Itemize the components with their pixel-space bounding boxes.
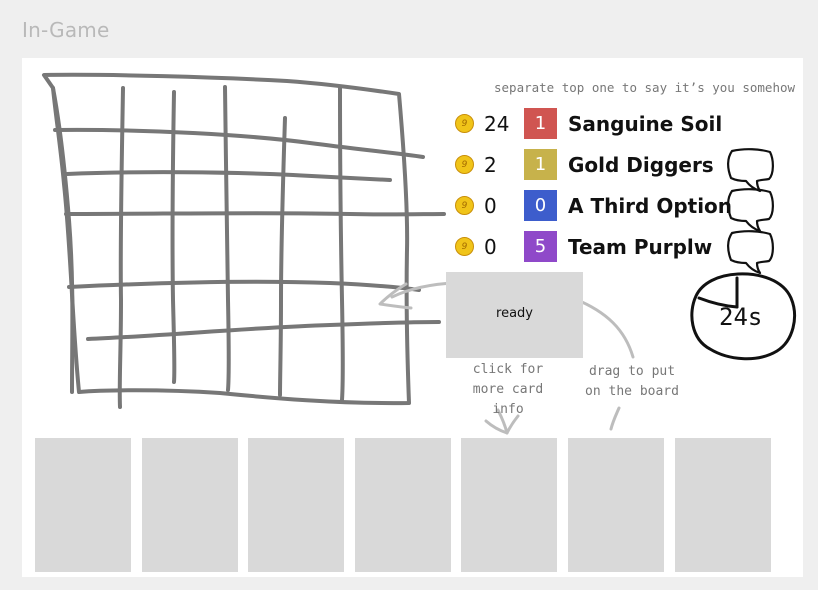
hand-cards [35, 438, 771, 572]
chat-button-2[interactable] [727, 148, 775, 184]
hand-card-5[interactable] [461, 438, 557, 572]
hand-card-6[interactable] [568, 438, 664, 572]
score-value: 0 [484, 234, 497, 259]
ready-button[interactable]: ready [446, 272, 583, 358]
score-row-2: 9 2 1 Gold Diggers [455, 144, 785, 185]
annotation-top-note: separate top one to say it’s you somehow [494, 80, 796, 95]
game-board[interactable] [40, 74, 444, 414]
coin-icon: 9 [455, 114, 474, 133]
hand-card-7[interactable] [675, 438, 771, 572]
hand-card-2[interactable] [142, 438, 238, 572]
timer-label: 24s [719, 303, 763, 331]
score-row-1: 9 24 1 Sanguine Soil [455, 103, 785, 144]
rank-badge: 1 [524, 108, 557, 139]
team-name: Team Purplw [568, 234, 713, 259]
hand-card-1[interactable] [35, 438, 131, 572]
score-value: 24 [484, 111, 510, 136]
score-value: 0 [484, 193, 497, 218]
page-title: In-Game [22, 18, 110, 42]
team-name: Gold Diggers [568, 152, 714, 177]
hand-card-3[interactable] [248, 438, 344, 572]
rank-badge: 1 [524, 149, 557, 180]
scoreboard: 9 24 1 Sanguine Soil 9 2 1 Gold Diggers … [455, 103, 785, 267]
hand-card-4[interactable] [355, 438, 451, 572]
score-value: 2 [484, 152, 497, 177]
team-name: Sanguine Soil [568, 111, 723, 136]
coin-icon: 9 [455, 196, 474, 215]
rank-badge: 0 [524, 190, 557, 221]
annotation-drag-note: drag to put on the board [585, 364, 679, 399]
annotation-click-note: click for more card info [472, 362, 544, 417]
score-row-4: 9 0 5 Team Purplw [455, 226, 785, 267]
team-name: A Third Option [568, 193, 733, 218]
coin-icon: 9 [455, 155, 474, 174]
coin-icon: 9 [455, 237, 474, 256]
chat-button-4[interactable] [727, 230, 775, 266]
rank-badge: 5 [524, 231, 557, 262]
chat-button-3[interactable] [727, 189, 775, 225]
score-row-3: 9 0 0 A Third Option [455, 185, 785, 226]
